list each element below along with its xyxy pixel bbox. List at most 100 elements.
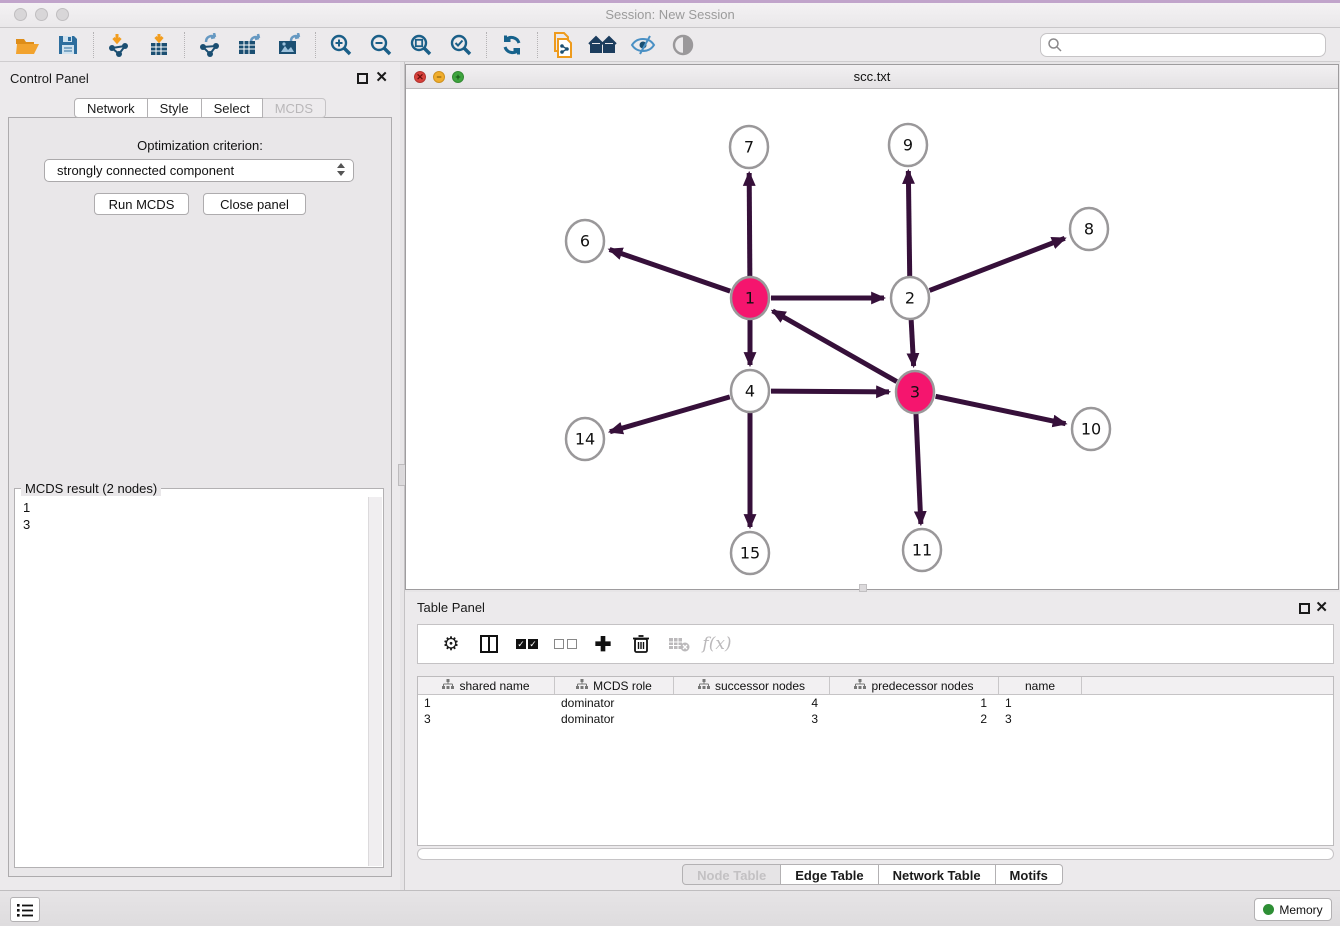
table-cell[interactable]: 3 — [418, 711, 555, 727]
import-network-icon[interactable] — [99, 30, 139, 60]
search-box[interactable] — [1040, 33, 1326, 57]
tab-edge-table[interactable]: Edge Table — [781, 864, 878, 885]
table-panel: Table Panel ✕ ⚙ ✓✓ ✚ — [405, 592, 1340, 890]
edge-4-14[interactable] — [610, 397, 730, 432]
table-cell[interactable]: 3 — [999, 711, 1082, 727]
delete-table-icon[interactable] — [660, 628, 698, 660]
task-list-icon — [16, 902, 34, 918]
table-cell[interactable]: 1 — [830, 695, 999, 711]
zoom-selected-icon[interactable] — [441, 30, 481, 60]
node-label: 8 — [1084, 220, 1094, 239]
export-image-icon[interactable] — [270, 30, 310, 60]
table-row[interactable]: 3dominator323 — [418, 711, 1333, 727]
network-canvas[interactable]: 7 9 6 8 1 2 4 3 14 10 15 11 — [406, 89, 1338, 589]
table-horizontal-scrollbar[interactable] — [417, 848, 1334, 860]
tab-motifs[interactable]: Motifs — [996, 864, 1063, 885]
clone-network-icon[interactable] — [543, 30, 583, 60]
zoom-in-icon[interactable] — [321, 30, 361, 60]
float-panel-icon[interactable] — [357, 73, 368, 84]
table-cell[interactable]: 4 — [674, 695, 830, 711]
network-resize-handle[interactable] — [859, 584, 867, 592]
tab-network[interactable]: Network — [74, 98, 148, 118]
table-cell[interactable]: 2 — [830, 711, 999, 727]
deselect-all-rows-icon[interactable] — [546, 628, 584, 660]
table-row[interactable]: 1dominator411 — [418, 695, 1333, 711]
zoom-fit-icon[interactable] — [401, 30, 441, 60]
edge-2-9[interactable] — [908, 171, 909, 277]
tab-style[interactable]: Style — [148, 98, 202, 118]
network-window-titlebar[interactable]: ✕ − + scc.txt — [406, 65, 1338, 89]
node-1[interactable]: 1 — [731, 277, 769, 319]
tab-node-table[interactable]: Node Table — [682, 864, 781, 885]
refresh-network-icon[interactable] — [492, 30, 532, 60]
table-cell[interactable]: 3 — [674, 711, 830, 727]
node-11[interactable]: 11 — [903, 529, 941, 571]
save-session-icon[interactable] — [48, 30, 88, 60]
node-7[interactable]: 7 — [730, 126, 768, 168]
table-float-icon[interactable] — [1299, 603, 1310, 614]
hide-graphics-icon[interactable] — [623, 30, 663, 60]
table-cell[interactable]: 1 — [418, 695, 555, 711]
column-header-successor-nodes[interactable]: successor nodes — [674, 677, 830, 694]
memory-button[interactable]: Memory — [1254, 898, 1332, 921]
column-hierarchy-icon — [698, 679, 710, 693]
toolbar-separator — [93, 32, 94, 58]
node-6[interactable]: 6 — [566, 220, 604, 262]
export-network-icon[interactable] — [190, 30, 230, 60]
column-header-shared-name[interactable]: shared name — [418, 677, 555, 694]
search-icon — [1047, 37, 1063, 53]
delete-row-icon[interactable] — [622, 628, 660, 660]
node-9[interactable]: 9 — [889, 124, 927, 166]
column-header-MCDS-role[interactable]: MCDS role — [555, 677, 674, 694]
node-14[interactable]: 14 — [566, 418, 604, 460]
node-15[interactable]: 15 — [731, 532, 769, 574]
zoom-out-icon[interactable] — [361, 30, 401, 60]
table-cell[interactable]: dominator — [555, 711, 674, 727]
import-table-icon[interactable] — [139, 30, 179, 60]
memory-status-icon — [1263, 904, 1274, 915]
search-input[interactable] — [1063, 36, 1325, 54]
column-label: MCDS role — [593, 679, 652, 693]
run-mcds-button[interactable]: Run MCDS — [94, 193, 189, 215]
edge-3-1[interactable] — [773, 311, 897, 382]
close-panel-button[interactable]: Close panel — [203, 193, 306, 215]
edge-1-7[interactable] — [749, 173, 750, 277]
show-graphics-details-icon[interactable] — [663, 30, 703, 60]
optimization-criterion-select[interactable]: strongly connected component — [44, 159, 354, 182]
task-history-button[interactable] — [10, 897, 40, 922]
select-all-rows-icon[interactable]: ✓✓ — [508, 628, 546, 660]
tab-mcds[interactable]: MCDS — [263, 98, 326, 118]
add-row-icon[interactable]: ✚ — [584, 628, 622, 660]
column-header-predecessor-nodes[interactable]: predecessor nodes — [830, 677, 999, 694]
close-panel-icon[interactable]: ✕ — [375, 69, 388, 87]
edge-2-3[interactable] — [911, 319, 914, 366]
edge-1-6[interactable] — [610, 249, 731, 291]
result-scrollbar[interactable] — [368, 497, 382, 866]
node-8[interactable]: 8 — [1070, 208, 1108, 250]
mcds-result-text[interactable]: 13 — [16, 497, 368, 866]
control-panel-title: Control Panel — [10, 71, 89, 86]
node-4[interactable]: 4 — [731, 370, 769, 412]
node-2[interactable]: 2 — [891, 277, 929, 319]
node-label: 7 — [744, 138, 754, 157]
node-10[interactable]: 10 — [1072, 408, 1110, 450]
node-3[interactable]: 3 — [896, 371, 934, 413]
export-table-icon[interactable] — [230, 30, 270, 60]
table-cell[interactable]: dominator — [555, 695, 674, 711]
table-cell[interactable]: 1 — [999, 695, 1082, 711]
open-session-icon[interactable] — [8, 30, 48, 60]
edge-3-10[interactable] — [936, 396, 1066, 423]
tab-select[interactable]: Select — [202, 98, 263, 118]
column-header-name[interactable]: name — [999, 677, 1082, 694]
table-close-icon[interactable]: ✕ — [1315, 599, 1328, 617]
split-columns-icon[interactable] — [470, 628, 508, 660]
edge-4-3[interactable] — [771, 391, 889, 392]
network-view-window: ✕ − + scc.txt 7 9 6 8 1 2 4 3 14 10 15 11 — [405, 64, 1339, 590]
tab-network-table[interactable]: Network Table — [879, 864, 996, 885]
network-home-icon[interactable] — [583, 30, 623, 60]
edge-3-11[interactable] — [916, 413, 921, 524]
table-settings-icon[interactable]: ⚙ — [432, 628, 470, 660]
function-builder-icon[interactable]: f(x) — [698, 628, 736, 660]
node-label: 6 — [580, 232, 590, 251]
edge-2-8[interactable] — [930, 238, 1065, 290]
